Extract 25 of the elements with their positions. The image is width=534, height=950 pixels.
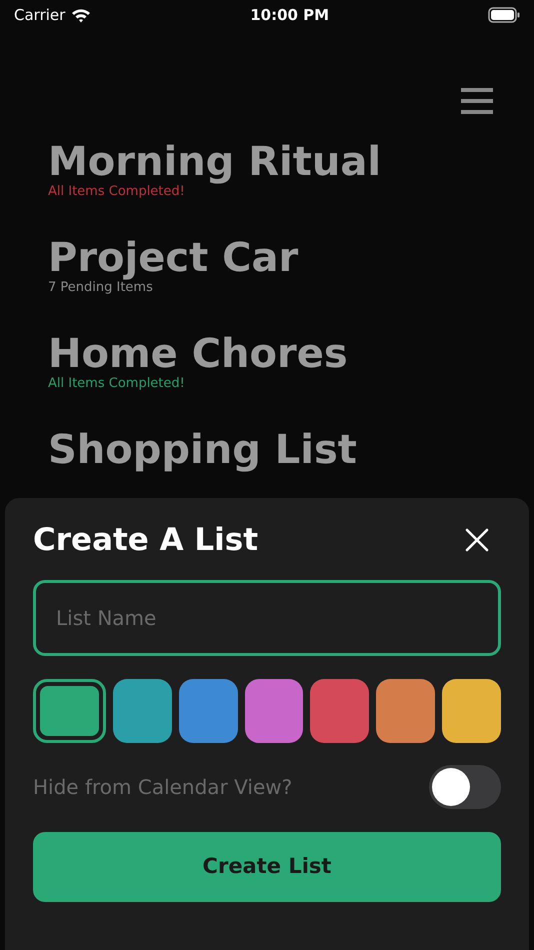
list-title[interactable]: Home Chores (48, 332, 348, 376)
close-button[interactable] (463, 526, 491, 554)
wifi-icon (71, 8, 92, 22)
list-status: All Items Completed! (48, 376, 185, 392)
color-swatch[interactable] (112, 679, 172, 743)
list-title[interactable]: Morning Ritual (48, 140, 382, 184)
color-swatch[interactable] (178, 679, 238, 743)
list-name-field[interactable]: List Name (33, 580, 501, 656)
color-swatch[interactable] (376, 679, 436, 743)
color-swatch[interactable] (244, 679, 304, 743)
color-swatch[interactable] (442, 679, 502, 743)
clock-label: 10:00 PM (250, 4, 330, 26)
hide-calendar-toggle[interactable] (429, 765, 501, 809)
list-status: 7 Pending Items (48, 280, 153, 296)
create-list-button[interactable]: Create List (33, 832, 501, 902)
color-swatch[interactable] (33, 679, 106, 743)
list-title[interactable]: Project Car (48, 236, 298, 280)
sheet-title: Create A List (33, 520, 258, 560)
close-icon (465, 528, 489, 552)
battery-icon (488, 7, 520, 23)
carrier-label: Carrier (14, 4, 66, 26)
list-title[interactable]: Shopping List (48, 428, 357, 472)
hide-calendar-label: Hide from Calendar View? (33, 774, 292, 801)
list-status: All Items Completed! (48, 184, 185, 200)
color-swatch[interactable] (310, 679, 370, 743)
